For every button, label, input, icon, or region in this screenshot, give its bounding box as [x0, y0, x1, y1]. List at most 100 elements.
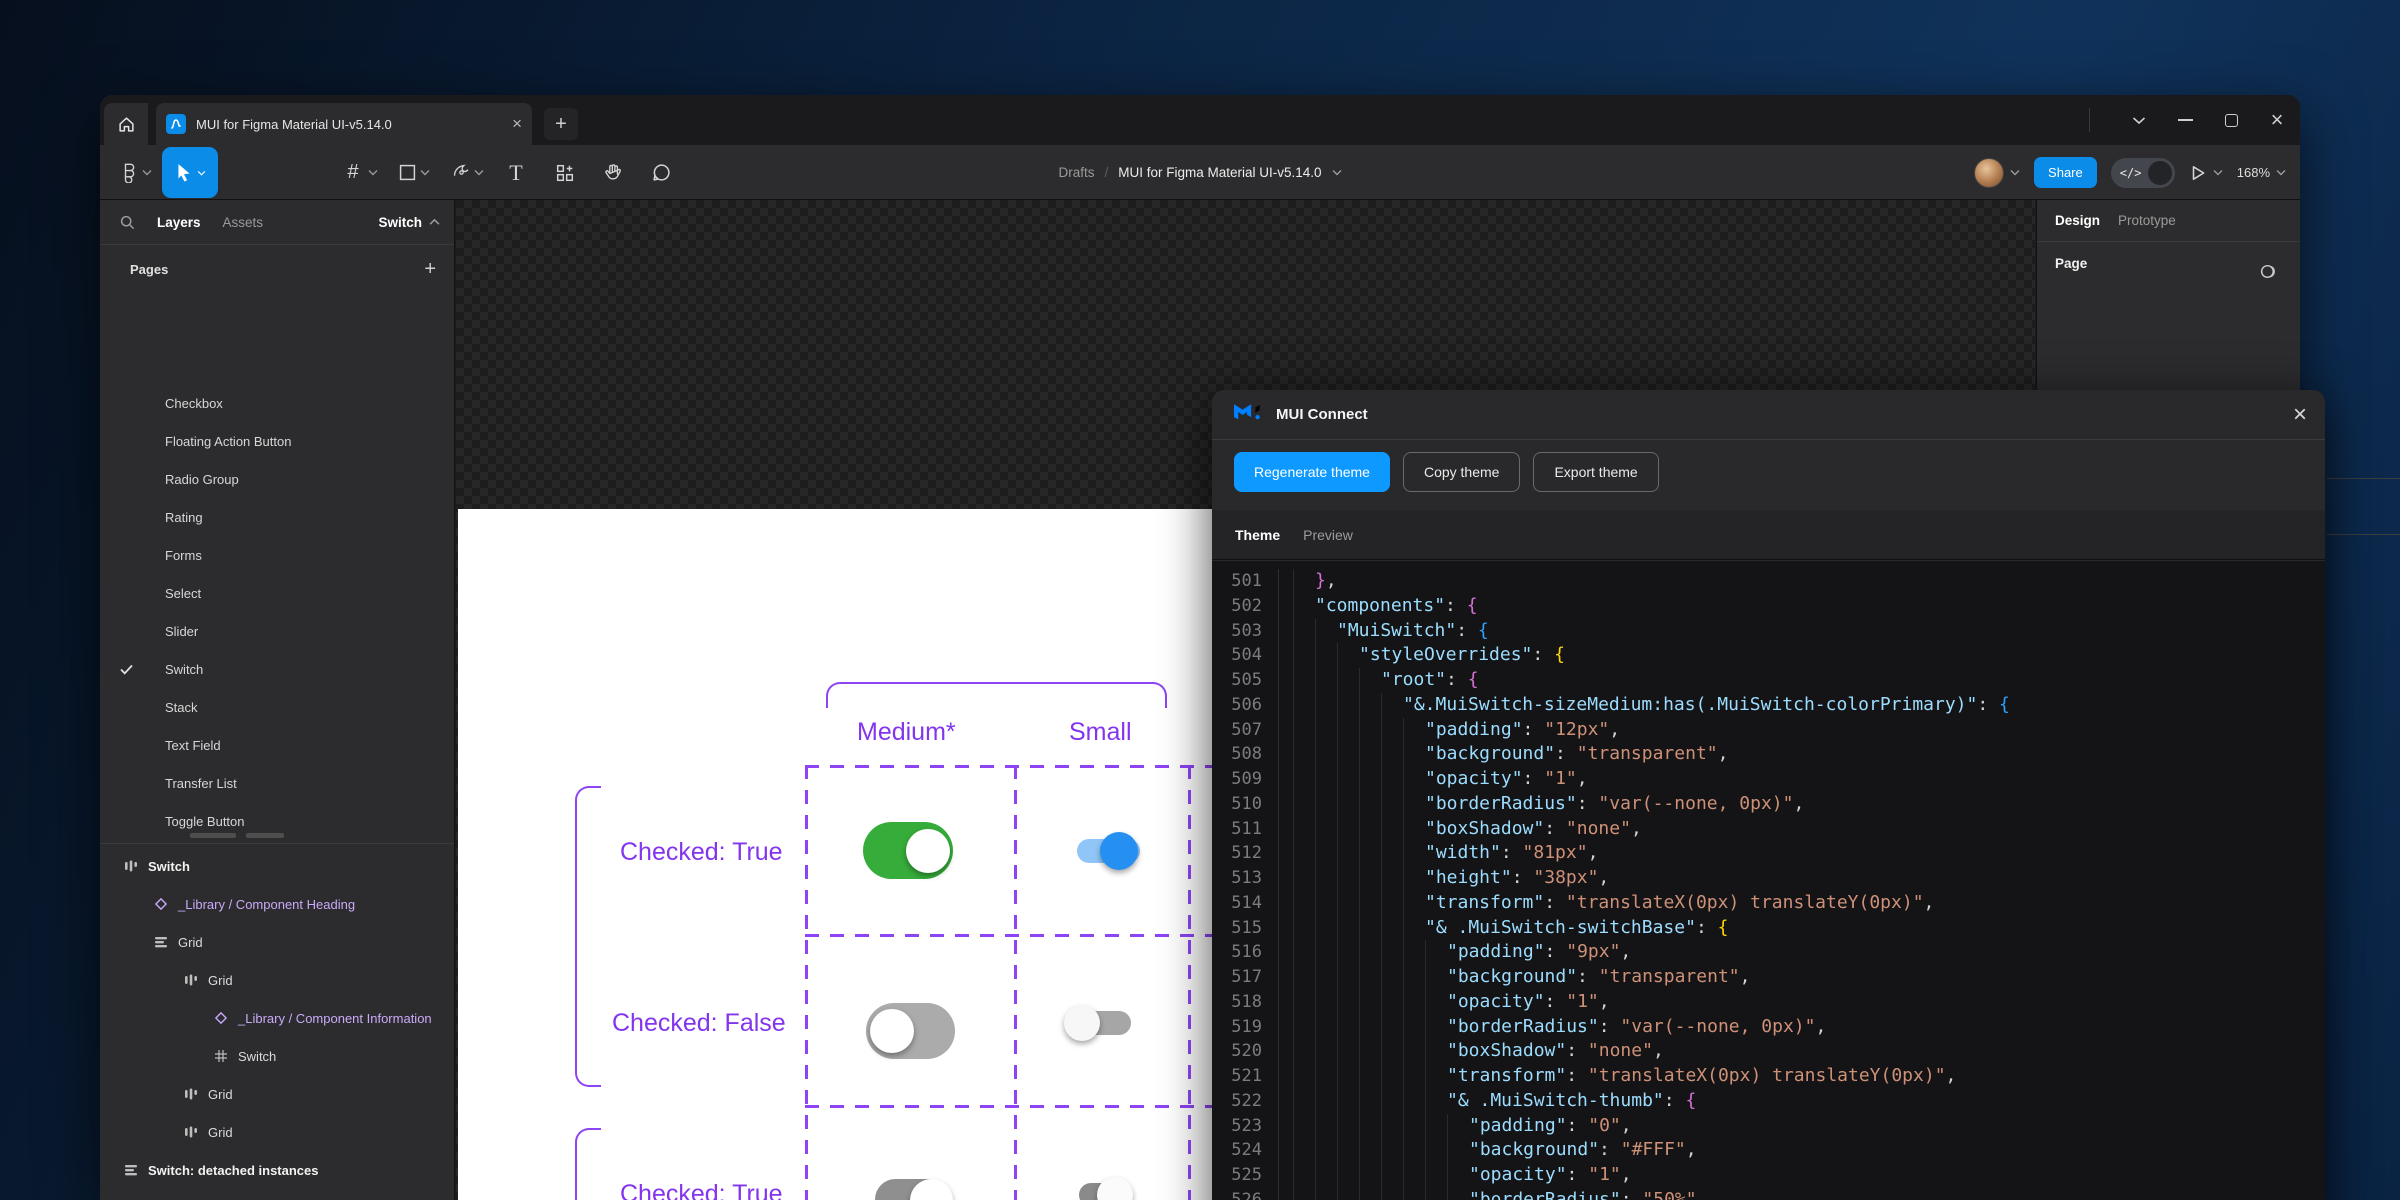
code-token: , — [1620, 940, 1631, 965]
minimize-button[interactable] — [2162, 95, 2208, 145]
layer-item-grid[interactable]: Grid — [100, 1075, 454, 1113]
page-item-radio-group[interactable]: Radio Group — [100, 460, 454, 498]
code-line-525: 525"opacity": "1", — [1212, 1163, 2325, 1188]
page-item-slider[interactable]: Slider — [100, 612, 454, 650]
page-item-rating[interactable]: Rating — [100, 498, 454, 536]
tab-assets[interactable]: Assets — [223, 215, 264, 230]
indent-guide — [1403, 792, 1425, 817]
page-item-switch[interactable]: Switch — [100, 650, 454, 688]
code-token: "padding" — [1447, 940, 1545, 965]
code-token: { — [1999, 693, 2010, 718]
account-menu[interactable] — [1974, 158, 2020, 188]
indent-guide — [1315, 1064, 1337, 1089]
indent-guide — [1315, 792, 1337, 817]
search-icon[interactable] — [120, 215, 135, 230]
page-item-label: Slider — [165, 624, 198, 639]
indent-guide — [1359, 1163, 1381, 1188]
code-token: "1" — [1566, 990, 1599, 1015]
indent-guide — [1403, 742, 1425, 767]
layer-item-label: Grid — [208, 973, 233, 988]
regenerate-theme-button[interactable]: Regenerate theme — [1234, 452, 1390, 492]
share-button[interactable]: Share — [2034, 157, 2097, 188]
hide-ui-button[interactable] — [2116, 95, 2162, 145]
tab-layers[interactable]: Layers — [157, 215, 201, 230]
indent-guide — [1359, 742, 1381, 767]
tab-preview[interactable]: Preview — [1303, 527, 1353, 543]
indent-guide — [1293, 1015, 1315, 1040]
code-token: : — [1567, 1114, 1589, 1139]
page-item-text-field[interactable]: Text Field — [100, 726, 454, 764]
new-tab-button[interactable]: + — [544, 108, 578, 140]
layer-item-switch[interactable]: Switch — [100, 847, 454, 885]
layer-item--library-component-information[interactable]: _Library / Component Information — [100, 999, 454, 1037]
add-page-button[interactable]: + — [424, 258, 436, 281]
zoom-chevron-icon — [2276, 169, 2286, 176]
dev-mode-toggle[interactable]: </> — [2111, 158, 2175, 188]
code-token: : — [1523, 718, 1545, 743]
page-item-floating-action-button[interactable]: Floating Action Button — [100, 422, 454, 460]
line-number: 515 — [1212, 916, 1278, 941]
breadcrumb-folder[interactable]: Drafts — [1058, 165, 1094, 180]
present-button[interactable] — [2189, 164, 2223, 182]
indent-guide — [1403, 767, 1425, 792]
dialog-close-button[interactable]: × — [2293, 403, 2307, 427]
indent-guide — [1425, 1114, 1447, 1139]
page-item-forms[interactable]: Forms — [100, 536, 454, 574]
close-tab-icon[interactable]: × — [512, 114, 522, 134]
indent-guide — [1315, 1015, 1337, 1040]
page-item-stack[interactable]: Stack — [100, 688, 454, 726]
page-item-checkbox[interactable]: Checkbox — [100, 384, 454, 422]
variable-modes-icon[interactable] — [2259, 262, 2278, 281]
indent-guide — [1381, 916, 1403, 941]
indent-guide — [1359, 817, 1381, 842]
line-number: 526 — [1212, 1188, 1278, 1200]
code-token: "boxShadow" — [1425, 817, 1544, 842]
copy-theme-button[interactable]: Copy theme — [1403, 452, 1520, 492]
code-token: , — [1946, 1064, 1957, 1089]
export-theme-button[interactable]: Export theme — [1533, 452, 1658, 492]
layer-item-switch[interactable]: Switch — [100, 1037, 454, 1075]
indent-guide — [1359, 891, 1381, 916]
indent-guide — [1337, 965, 1359, 990]
layer-item--library-component-heading[interactable]: _Library / Component Heading — [100, 885, 454, 923]
layer-item-grid[interactable]: Grid — [100, 923, 454, 961]
code-token: "transparent" — [1599, 965, 1740, 990]
code-token: "padding" — [1425, 718, 1523, 743]
code-line-512: 512"width": "81px", — [1212, 841, 2325, 866]
code-token: , — [1653, 1039, 1664, 1064]
indent-guide — [1359, 1114, 1381, 1139]
zoom-menu[interactable]: 168% — [2237, 165, 2286, 180]
diamond-icon — [152, 895, 170, 913]
layer-item-switch-detached-instances[interactable]: Switch: detached instances — [100, 1151, 454, 1189]
code-line-522: 522"& .MuiSwitch-thumb": { — [1212, 1089, 2325, 1114]
tab-prototype[interactable]: Prototype — [2118, 213, 2176, 228]
home-button[interactable] — [104, 103, 148, 145]
theme-code-editor[interactable]: 501},502"components": {503"MuiSwitch": {… — [1212, 561, 2325, 1200]
code-token: "boxShadow" — [1447, 1039, 1566, 1064]
layer-item-grid[interactable]: Grid — [100, 961, 454, 999]
indent-guide — [1293, 619, 1315, 644]
indent-guide — [1425, 965, 1447, 990]
code-line-513: 513"height": "38px", — [1212, 866, 2325, 891]
layer-item-switch-notifications-control[interactable]: Switch: notifications control — [100, 1189, 454, 1200]
document-tab[interactable]: MUI for Figma Material UI-v5.14.0 × — [156, 103, 532, 145]
maximize-button[interactable] — [2208, 95, 2254, 145]
code-token: "borderRadius" — [1425, 792, 1577, 817]
code-token: "styleOverrides" — [1359, 643, 1532, 668]
code-token: : — [1545, 990, 1567, 1015]
breadcrumb-file-name[interactable]: MUI for Figma Material UI-v5.14.0 — [1118, 165, 1321, 180]
code-token: , — [1697, 1188, 1708, 1200]
page-item-transfer-list[interactable]: Transfer List — [100, 764, 454, 802]
indent-guide — [1381, 866, 1403, 891]
indent-guide — [1315, 965, 1337, 990]
page-selector[interactable]: Switch — [378, 215, 440, 230]
indent-guide — [1403, 1015, 1425, 1040]
breadcrumb-chevron-icon[interactable] — [1332, 169, 1342, 176]
layer-item-grid[interactable]: Grid — [100, 1113, 454, 1151]
indent-guide — [1359, 940, 1381, 965]
close-window-button[interactable]: × — [2254, 95, 2300, 145]
tab-design[interactable]: Design — [2055, 213, 2100, 228]
tab-theme[interactable]: Theme — [1235, 527, 1280, 543]
line-number: 523 — [1212, 1114, 1278, 1139]
page-item-select[interactable]: Select — [100, 574, 454, 612]
